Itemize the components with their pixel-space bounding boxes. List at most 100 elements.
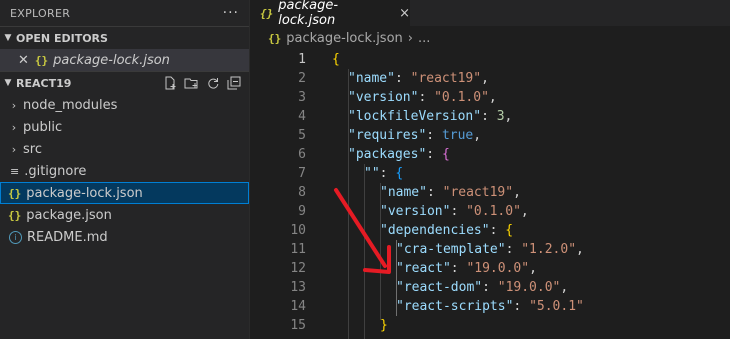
line-number: 10 [290, 223, 306, 238]
code-token: "react-dom" [396, 280, 483, 295]
code-token: "requires" [348, 128, 427, 143]
code-line[interactable]: 11 "cra-template": "1.2.0", [250, 240, 730, 259]
code-token: "version" [348, 90, 419, 105]
code-line[interactable]: 1{ [250, 50, 730, 69]
code-token: : [394, 71, 411, 86]
tab-package-lock[interactable]: {} package-lock.json × [250, 0, 410, 28]
code-token: "react19" [442, 185, 514, 200]
open-editor-item[interactable]: ✕ {} package-lock.json [0, 49, 249, 71]
tree-item-gitignore[interactable]: ≡ .gitignore [0, 160, 249, 182]
tree-item-label: node_modules [23, 97, 118, 113]
code-line[interactable]: 3 "version": "0.1.0", [250, 88, 730, 107]
code-text: "name": "react19", [348, 69, 489, 88]
code-editor[interactable]: 1{2 "name": "react19", 3 "version": "0.1.0"… [250, 50, 730, 339]
code-text: "react-dom": "19.0.0", [396, 278, 568, 297]
explorer-actions [163, 72, 241, 94]
code-line[interactable]: 5 "requires": true, [250, 126, 730, 145]
code-token: , [473, 128, 482, 143]
code-line[interactable]: 4 "lockfileVersion": 3, [250, 107, 730, 126]
chevron-right-icon: › [11, 98, 17, 112]
new-file-icon[interactable] [163, 76, 177, 90]
code-token: : [379, 166, 396, 181]
code-token: : [513, 299, 530, 314]
chevron-down-icon: ▼ [4, 78, 12, 88]
line-number: 1 [298, 52, 306, 67]
code-line[interactable]: 13 "react-dom": "19.0.0", [250, 278, 730, 297]
code-line[interactable]: 2 "name": "react19", [250, 69, 730, 88]
code-line[interactable]: 7 "": { [250, 164, 730, 183]
code-token: : [426, 147, 442, 162]
refresh-icon[interactable] [206, 76, 220, 90]
code-token: : [505, 242, 522, 257]
line-number: 6 [298, 147, 306, 162]
code-token: "1.2.0" [521, 242, 577, 257]
tree-item-src[interactable]: › src [0, 138, 249, 160]
chevron-right-icon: › [11, 120, 17, 134]
code-text: "lockfileVersion": 3, [348, 107, 512, 126]
tree-item-label: .gitignore [24, 163, 87, 179]
tree-item-node-modules[interactable]: › node_modules [0, 94, 249, 116]
code-text: "requires": true, [348, 126, 481, 145]
tree-item-label: public [23, 119, 63, 135]
line-number: 9 [298, 204, 306, 219]
code-line[interactable]: 15} [250, 316, 730, 335]
line-number: 11 [290, 242, 306, 257]
code-text: } [380, 316, 388, 335]
code-token: "react" [396, 261, 451, 276]
tree-item-readme[interactable]: i README.md [0, 226, 249, 248]
line-number: 3 [298, 90, 306, 105]
code-token: "name" [348, 71, 395, 86]
new-folder-icon[interactable] [184, 76, 199, 90]
code-token: } [380, 318, 388, 333]
code-token: : [450, 261, 467, 276]
json-file-icon: {} [34, 53, 49, 67]
code-token: "5.0.1" [529, 299, 584, 314]
line-number: 12 [290, 261, 306, 276]
close-icon[interactable]: × [399, 6, 410, 21]
code-token: : [426, 185, 443, 200]
open-editor-label: package-lock.json [53, 52, 170, 68]
breadcrumb-file[interactable]: package-lock.json [286, 31, 403, 46]
breadcrumb-separator: › [407, 30, 413, 46]
code-line[interactable]: 10 "dependencies": { [250, 221, 730, 240]
open-editors-header[interactable]: ▼ OPEN EDITORS [0, 26, 249, 49]
code-line[interactable]: 12 "react": "19.0.0", [250, 259, 730, 278]
project-header[interactable]: ▼ REACT19 [0, 71, 249, 94]
code-token: "name" [380, 185, 427, 200]
explorer-title: EXPLORER [10, 6, 71, 20]
line-number: 4 [298, 109, 306, 124]
tree-item-package-json[interactable]: {} package.json [0, 204, 249, 226]
tree-item-public[interactable]: › public [0, 116, 249, 138]
collapse-all-icon[interactable] [227, 76, 241, 90]
code-token: true [441, 128, 474, 143]
explorer-sidebar: EXPLORER ··· ▼ OPEN EDITORS ✕ {} package… [0, 0, 250, 339]
line-number: 7 [298, 166, 306, 181]
json-file-icon: {} [260, 6, 274, 20]
code-token: "19.0.0" [466, 261, 530, 276]
explorer-header: EXPLORER ··· [0, 0, 249, 26]
text-file-icon: ≡ [10, 164, 20, 178]
more-actions-icon[interactable]: ··· [223, 5, 239, 21]
json-file-icon: {} [8, 186, 22, 200]
code-text: "": { [364, 164, 403, 183]
code-line[interactable]: 6 "packages": { [250, 145, 730, 164]
code-token: "" [364, 166, 380, 181]
breadcrumb-rest[interactable]: ... [418, 31, 430, 46]
code-line[interactable]: 8 "name": "react19", [250, 183, 730, 202]
code-token: , [513, 185, 521, 200]
code-token: 3 [496, 109, 505, 124]
code-token: : [489, 223, 506, 238]
tree-item-package-lock[interactable]: {} package-lock.json [0, 182, 249, 204]
code-line[interactable]: 9 "version": "0.1.0", [250, 202, 730, 221]
code-line[interactable]: 14 "react-scripts": "5.0.1" [250, 297, 730, 316]
code-token: : [450, 204, 467, 219]
close-icon[interactable]: ✕ [18, 53, 29, 68]
code-token: , [576, 242, 584, 257]
code-token: , [504, 109, 513, 124]
line-number: 13 [290, 280, 306, 295]
breadcrumb: {} package-lock.json › ... [250, 26, 730, 50]
tree-item-label: README.md [27, 229, 108, 245]
tree-item-label: package.json [26, 207, 112, 223]
chevron-right-icon: › [11, 142, 17, 156]
code-token: "lockfileVersion" [348, 109, 482, 124]
